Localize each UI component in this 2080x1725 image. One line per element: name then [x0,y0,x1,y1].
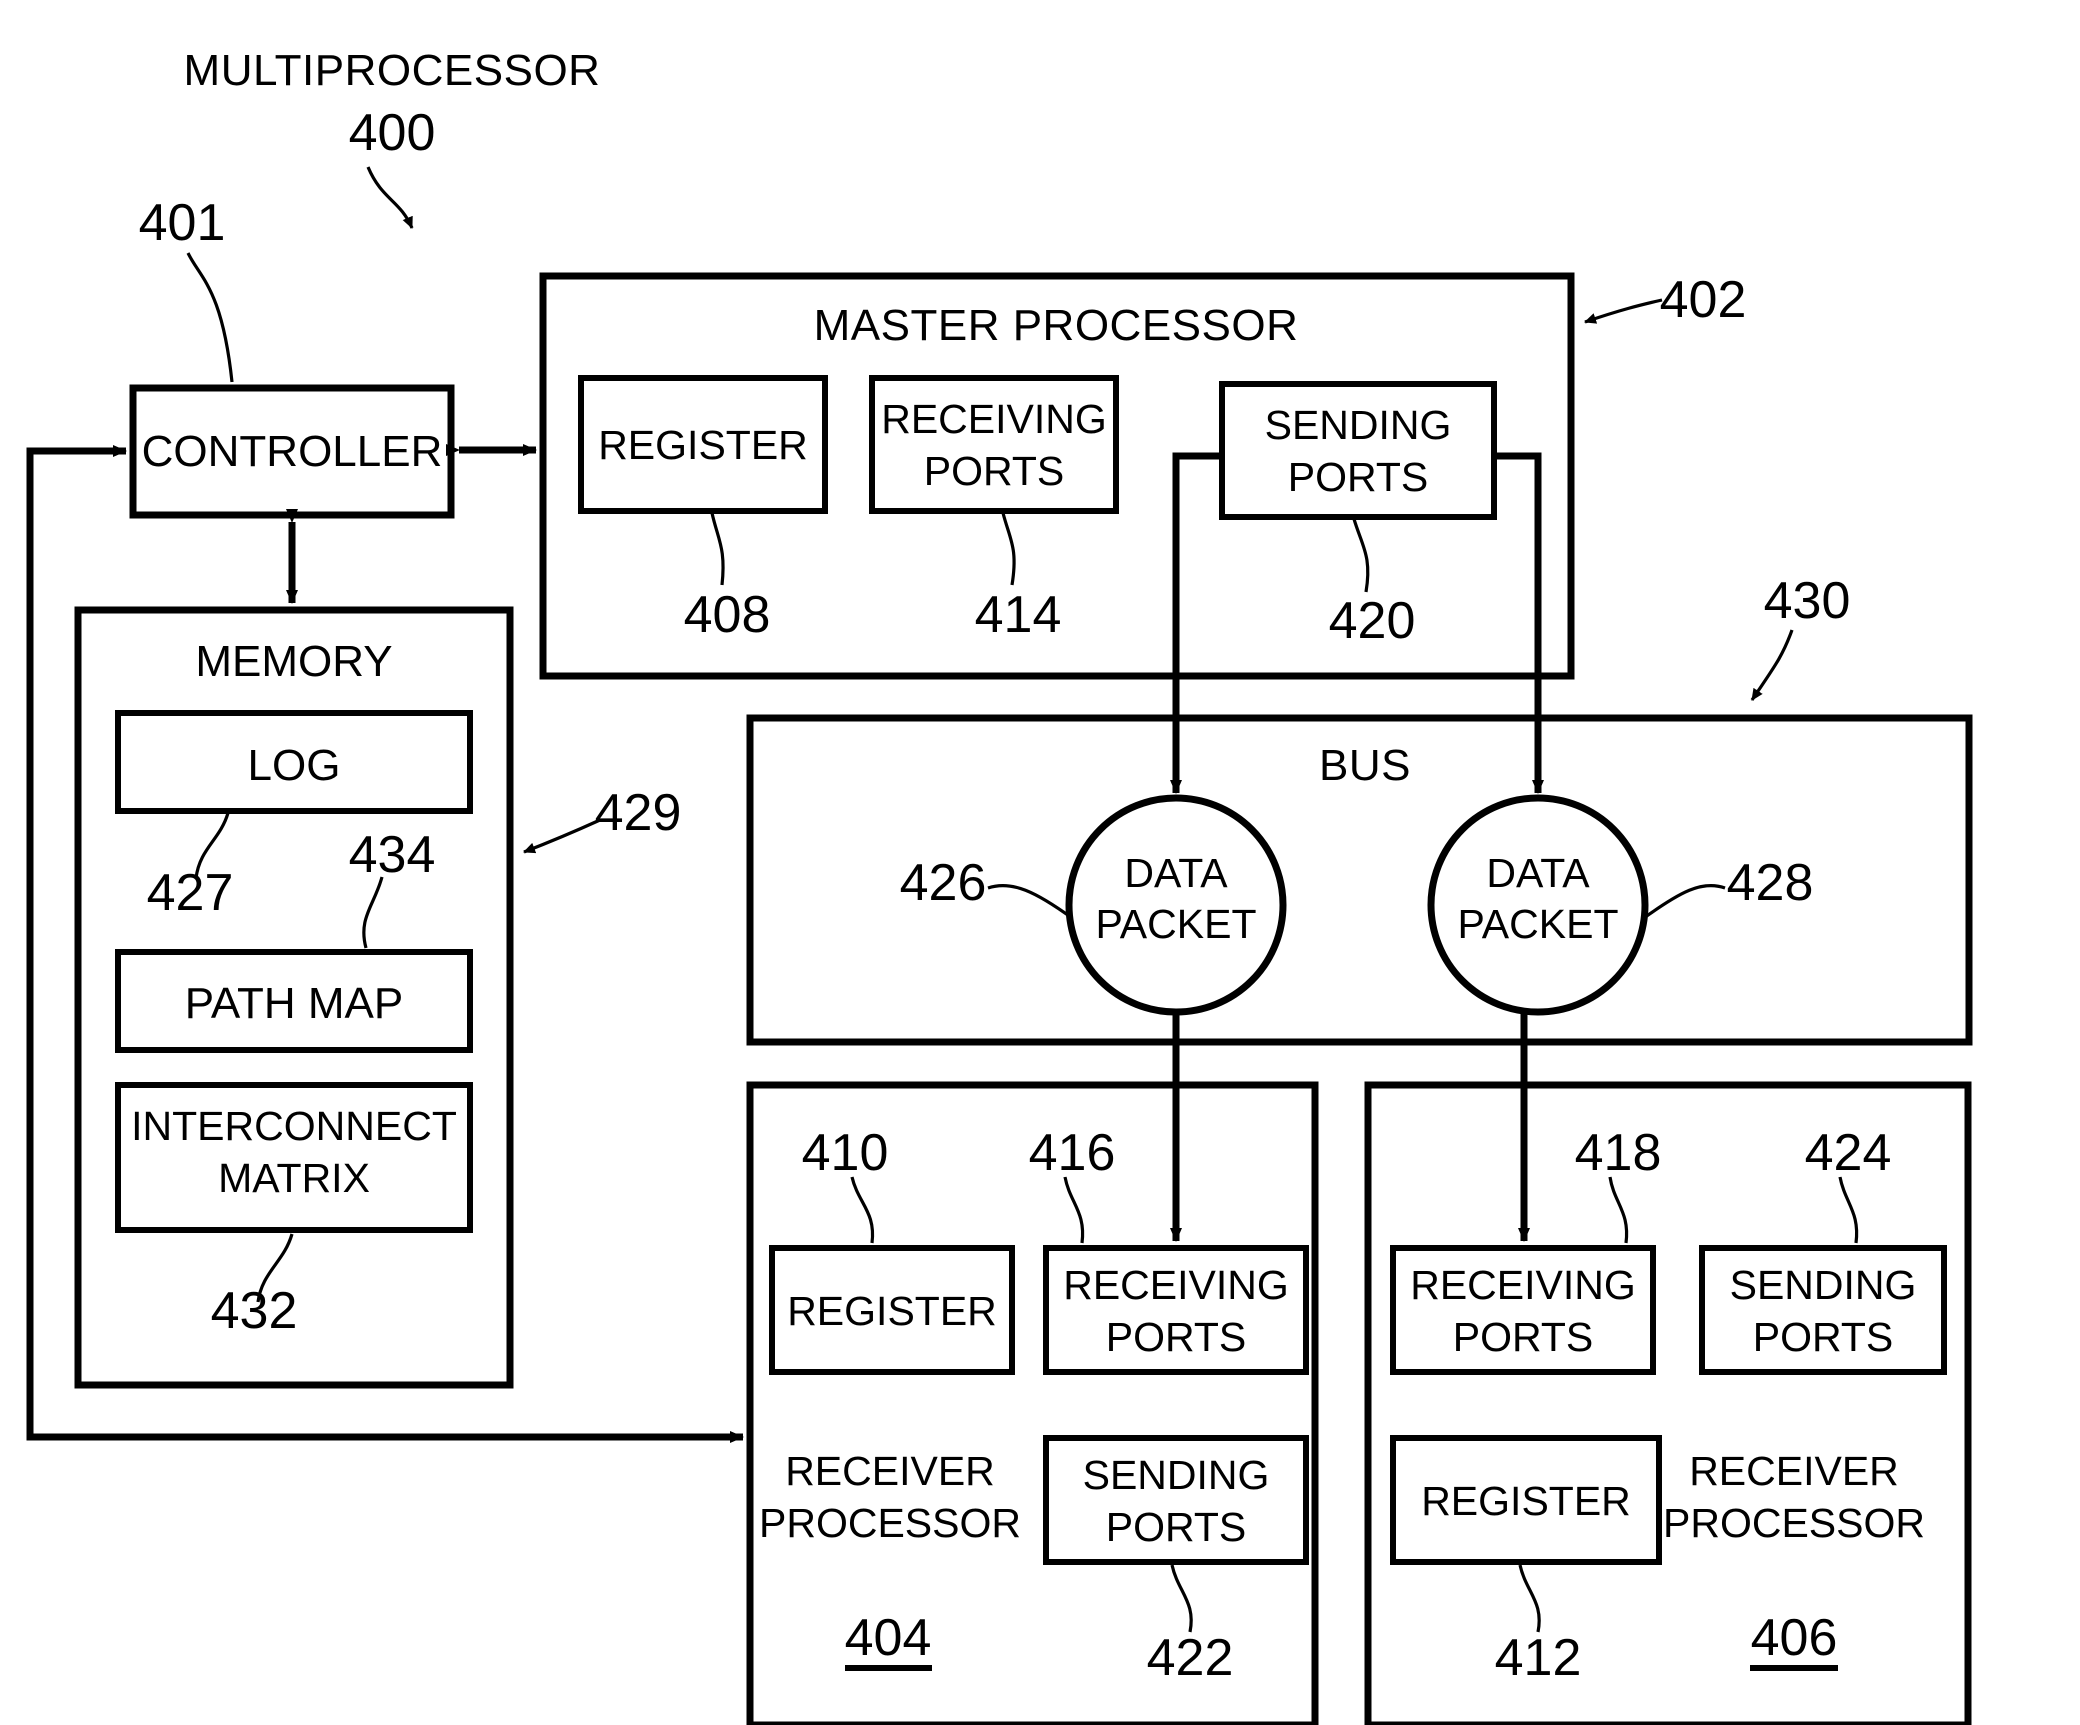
receiver-406-receiving-ref: 418 [1575,1124,1662,1182]
receiver-406-register-ref: 412 [1495,1629,1582,1687]
receiver-406-receiving-line1: RECEIVING [1410,1262,1636,1308]
memory-ref: 429 [595,784,682,842]
data-packet-428-ref: 428 [1727,854,1814,912]
receiver-406-register-label: REGISTER [1421,1478,1631,1524]
master-register-ref: 408 [684,586,771,644]
diagram-text-layer: MULTIPROCESSOR 400 401 CONTROLLER MASTER… [131,46,1925,1687]
controller-label: CONTROLLER [142,427,443,476]
bus-ref: 430 [1764,572,1851,630]
figure-title: MULTIPROCESSOR [184,46,601,95]
master-receiving-ports-ref: 414 [975,586,1062,644]
receiver-404-register-label: REGISTER [787,1288,997,1334]
patent-figure-canvas: MULTIPROCESSOR 400 401 CONTROLLER MASTER… [0,0,2080,1725]
figure-title-ref: 400 [349,104,436,162]
receiver-404-sending-line1: SENDING [1083,1452,1270,1498]
log-label: LOG [248,741,341,790]
receiver-404-sending-ref: 422 [1147,1629,1234,1687]
receiver-404-receiving-line2: PORTS [1106,1314,1247,1360]
receiver-404-register-ref: 410 [802,1124,889,1182]
path-map-label: PATH MAP [185,979,403,1028]
log-ref: 427 [147,864,234,922]
master-receiving-ports-line2: PORTS [924,448,1065,494]
receiver-406-sending-line2: PORTS [1753,1314,1894,1360]
receiver-406-receiving-line2: PORTS [1453,1314,1594,1360]
interconnect-matrix-line2: MATRIX [218,1155,370,1201]
receiver-406-line1: RECEIVER [1689,1448,1899,1494]
receiver-404-receiving-line1: RECEIVING [1063,1262,1289,1308]
master-processor-label: MASTER PROCESSOR [814,301,1299,350]
receiver-404-receiving-ref: 416 [1029,1124,1116,1182]
receiver-406-sending-ref: 424 [1805,1124,1892,1182]
master-sending-ports-line1: SENDING [1265,402,1452,448]
interconnect-matrix-line1: INTERCONNECT [131,1103,457,1149]
receiver-404-ref: 404 [845,1609,932,1667]
bus-label: BUS [1319,741,1411,790]
data-packet-426-ref: 426 [900,854,987,912]
receiver-406-line2: PROCESSOR [1663,1500,1925,1546]
receiver-404-line1: RECEIVER [785,1448,995,1494]
data-packet-428-line1: DATA [1486,850,1590,896]
receiver-404-sending-line2: PORTS [1106,1504,1247,1550]
master-processor-ref: 402 [1660,271,1747,329]
data-packet-426-line1: DATA [1124,850,1228,896]
data-packet-428-line2: PACKET [1458,901,1619,947]
receiver-406-ref: 406 [1751,1609,1838,1667]
master-receiving-ports-line1: RECEIVING [881,396,1107,442]
master-sending-ports-line2: PORTS [1288,454,1429,500]
path-map-ref: 434 [349,826,436,884]
master-register-label: REGISTER [598,422,808,468]
receiver-406-sending-line1: SENDING [1730,1262,1917,1308]
data-packet-426-line2: PACKET [1096,901,1257,947]
receiver-404-line2: PROCESSOR [759,1500,1021,1546]
memory-label: MEMORY [195,637,392,686]
controller-ref: 401 [139,194,226,252]
interconnect-matrix-ref: 432 [211,1282,298,1340]
master-sending-ports-ref: 420 [1329,592,1416,650]
